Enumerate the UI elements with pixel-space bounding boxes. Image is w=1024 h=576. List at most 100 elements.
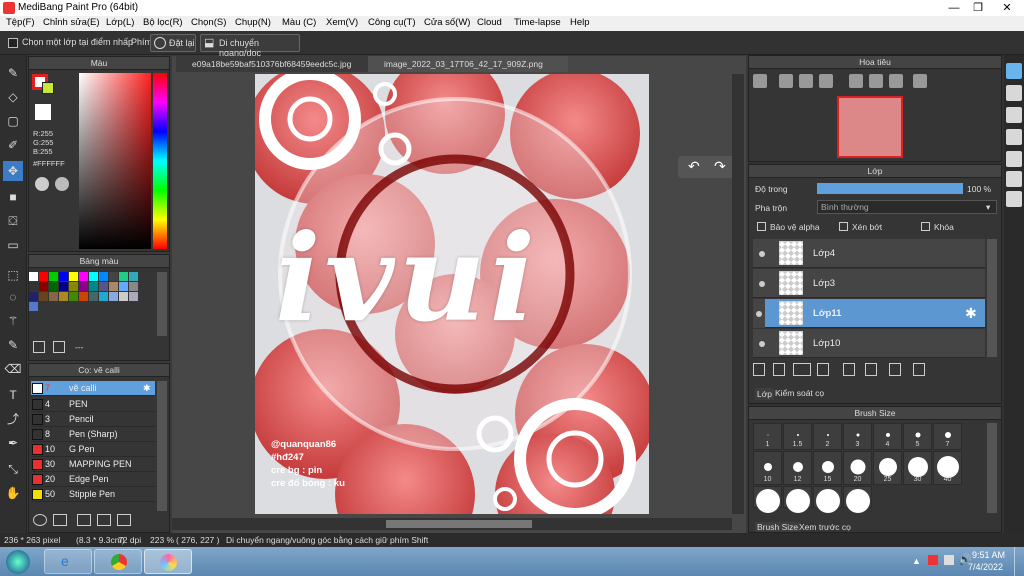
palette-scrollbar[interactable] — [157, 272, 167, 336]
layer-scrollbar[interactable] — [987, 239, 997, 357]
gear-icon[interactable]: ✱ — [965, 305, 977, 322]
brush-size-cell[interactable] — [843, 486, 872, 513]
brush-size-cell[interactable]: 20 — [843, 451, 872, 485]
horizontal-scroll-thumb[interactable] — [386, 520, 532, 528]
new-halftone-layer-icon[interactable] — [773, 363, 785, 376]
transparent-swatch[interactable] — [35, 104, 51, 120]
reset-button[interactable]: Đặt lại — [150, 34, 196, 52]
taskbar-app-ie[interactable]: e — [44, 549, 92, 574]
undo-icon[interactable]: ↶ — [688, 158, 700, 175]
delete-layer-icon[interactable] — [913, 363, 925, 376]
menu-filter[interactable]: Bộ lọc(R) — [143, 17, 183, 28]
brush-size-cell[interactable]: 12 — [783, 451, 812, 485]
tab-brush-size[interactable]: Brush Size — [755, 522, 801, 532]
fit-icon[interactable] — [799, 74, 813, 88]
brush-size-cell[interactable]: 15 — [813, 451, 842, 485]
brush-size-cell[interactable]: 40 — [933, 451, 962, 485]
brush-size-cell[interactable]: 10 — [753, 451, 782, 485]
fill-rect-tool-icon[interactable]: ■ — [3, 187, 23, 207]
mirror-icon[interactable] — [913, 74, 927, 88]
brush-size-cell[interactable]: 5 — [903, 423, 932, 450]
menu-capture[interactable]: Chụp(N) — [235, 17, 271, 28]
menu-timelapse[interactable]: Time-lapse — [514, 17, 561, 28]
rotate-right-icon[interactable] — [889, 74, 903, 88]
cloud-icon[interactable] — [1006, 63, 1022, 79]
document-tab-1[interactable]: e09a18be59baf510376bf68459eedc5c.jpg — [176, 56, 372, 72]
move-tool-icon[interactable]: ✥ — [3, 161, 23, 181]
brush-size-cell[interactable]: 1 — [753, 423, 782, 450]
brush-folder-icon[interactable] — [77, 514, 91, 526]
document-icon[interactable] — [1006, 151, 1022, 167]
delete-palette-icon[interactable] — [53, 341, 65, 353]
selected-layer-eye-cell[interactable] — [753, 299, 765, 328]
layer-move-icon[interactable] — [889, 363, 901, 376]
actual-size-icon[interactable] — [819, 74, 833, 88]
clock-date[interactable]: 7/4/2022 — [968, 562, 1003, 572]
layer-folder-icon[interactable] — [817, 363, 829, 376]
pen-tool-icon[interactable]: ✐ — [3, 135, 23, 155]
menu-edit[interactable]: Chỉnh sửa(E) — [43, 17, 100, 28]
zoom-out-icon[interactable] — [779, 74, 793, 88]
hue-slider[interactable] — [153, 73, 167, 249]
select-eraser-tool-icon[interactable]: ⌫ — [3, 359, 23, 379]
select-pen-tool-icon[interactable]: ✎ — [3, 335, 23, 355]
brush-size-cell[interactable]: 4 — [873, 423, 902, 450]
tab-brush-preview[interactable]: Xem trước cọ — [799, 522, 851, 532]
tab-layer[interactable]: Lớp — [755, 388, 775, 400]
maximize-button[interactable]: ❐ — [968, 1, 988, 15]
opacity-slider[interactable] — [817, 183, 963, 194]
add-brush-icon[interactable] — [33, 514, 47, 526]
layer-row[interactable]: Lớp3 — [753, 269, 985, 298]
blend-mode-select[interactable]: Bình thường ▾ — [817, 200, 997, 214]
redo-icon[interactable]: ↷ — [714, 158, 726, 175]
menu-help[interactable]: Help — [570, 17, 590, 28]
tray-network-icon[interactable] — [944, 555, 954, 565]
zoom-in-icon[interactable] — [753, 74, 767, 88]
layer-row[interactable]: Lớp10 — [753, 329, 985, 358]
tray-expand-icon[interactable]: ▲ — [912, 556, 921, 566]
brush-menu-icon[interactable] — [53, 514, 67, 526]
brush-size-cell[interactable] — [813, 486, 842, 513]
minimize-button[interactable]: — — [944, 1, 964, 15]
brush-item[interactable]: 50 Stipple Pen — [31, 487, 155, 502]
vertical-scrollbar[interactable] — [732, 74, 744, 514]
visibility-icon[interactable] — [756, 311, 762, 317]
brush-size-cell[interactable]: 2 — [813, 423, 842, 450]
duplicate-layer-icon[interactable] — [843, 363, 855, 376]
rectangle-tool-icon[interactable]: ▢ — [3, 111, 23, 131]
brush-scrollbar[interactable] — [157, 381, 167, 511]
brush-size-cell[interactable]: 30 — [903, 451, 932, 485]
visibility-icon[interactable] — [759, 281, 765, 287]
dropper-tool-icon[interactable]: ⤡ — [3, 459, 23, 479]
brush-item[interactable]: 10 G Pen — [31, 442, 155, 457]
clock-time[interactable]: 9:51 AM — [972, 550, 1005, 560]
show-desktop-button[interactable] — [1014, 547, 1024, 576]
gear-icon[interactable]: ✱ — [143, 381, 151, 396]
tab-brush-control[interactable]: Kiểm soát cọ — [775, 388, 824, 398]
material-icon[interactable] — [1006, 191, 1022, 207]
color-mix-icon[interactable] — [55, 177, 69, 191]
brush-item[interactable]: 7 vẽ calli ✱ — [31, 381, 155, 396]
upload-icon[interactable] — [1006, 85, 1022, 101]
brush-size-cell[interactable]: 7 — [933, 423, 962, 450]
hand-tool-icon[interactable]: ✋ — [3, 483, 23, 503]
flip-icon[interactable] — [869, 74, 883, 88]
brush-size-cell[interactable] — [753, 486, 782, 513]
brush-size-cell[interactable]: 1.5 — [783, 423, 812, 450]
eraser-tool-icon[interactable]: ◇ — [3, 87, 23, 107]
new-palette-icon[interactable] — [33, 341, 45, 353]
layer-icon[interactable] — [1006, 129, 1022, 145]
brush-item[interactable]: 8 Pen (Sharp) — [31, 427, 155, 442]
magic-wand-tool-icon[interactable]: ⚚ — [3, 311, 23, 331]
brush-delete-icon[interactable] — [117, 514, 131, 526]
menu-color[interactable]: Màu (C) — [282, 17, 316, 28]
navigator-preview[interactable] — [837, 96, 903, 158]
menu-tools[interactable]: Công cụ(T) — [368, 17, 416, 28]
lock-checkbox[interactable] — [921, 222, 930, 231]
move-mode-button[interactable]: ⬓ Di chuyển ngang/dọc — [200, 34, 300, 58]
visibility-icon[interactable] — [759, 251, 765, 257]
menu-layer[interactable]: Lớp(L) — [106, 17, 134, 28]
gradient-tool-icon[interactable]: ▭ — [3, 235, 23, 255]
background-color-swatch[interactable] — [42, 82, 54, 94]
brush-item[interactable]: 30 MAPPING PEN — [31, 457, 155, 472]
